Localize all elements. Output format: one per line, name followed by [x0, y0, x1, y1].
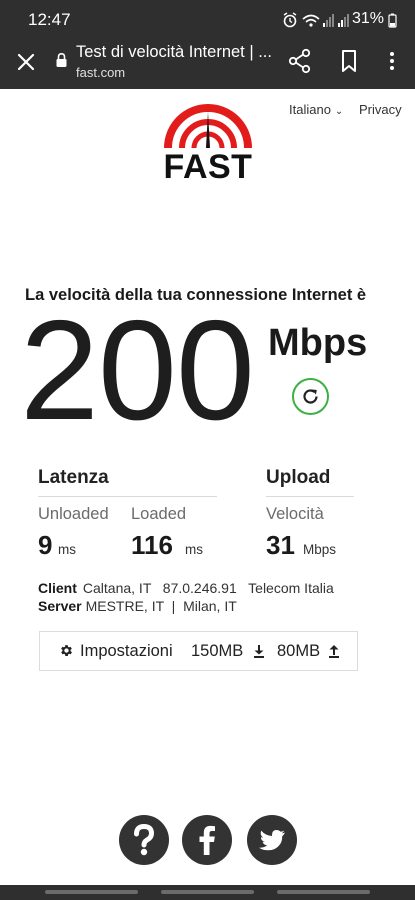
page-title[interactable]: Test di velocità Internet | ... [76, 43, 272, 62]
refresh-icon [303, 389, 318, 404]
upload-size: 80MB [277, 642, 321, 660]
system-nav-bar [0, 885, 415, 900]
client-value: Caltana, IT 87.0.246.91 Telecom Italia [82, 580, 334, 596]
privacy-link[interactable]: Privacy [359, 102, 402, 117]
wifi-icon [302, 14, 320, 27]
unloaded-label: Unloaded [38, 505, 109, 523]
latency-divider [38, 496, 217, 497]
unloaded-value: 9 [38, 530, 53, 560]
speed-value: 200 [20, 291, 255, 450]
download-icon [254, 645, 264, 658]
status-bar: 12:47 31% [0, 0, 415, 38]
speedometer-icon [164, 104, 252, 149]
upload-speed-unit: Mbps [303, 542, 337, 557]
refresh-button[interactable] [292, 378, 329, 415]
loaded-label: Loaded [131, 505, 187, 523]
unloaded-unit: ms [58, 542, 76, 557]
nav-back[interactable] [277, 890, 370, 894]
signal-icon [323, 14, 334, 27]
chevron-down-icon: ⌄ [334, 106, 344, 117]
upload-icon [329, 645, 339, 658]
lock-icon [56, 52, 67, 67]
twitter-button[interactable] [247, 815, 297, 865]
upload-speed-value: 31 [266, 530, 295, 560]
close-icon[interactable] [12, 48, 40, 76]
twitter-icon [259, 830, 285, 851]
battery-percent: 31% [352, 10, 385, 27]
logo-text: FAST [163, 148, 253, 186]
status-time: 12:47 [28, 10, 71, 29]
client-row: Client Caltana, IT 87.0.246.91 Telecom It… [38, 580, 334, 596]
upload-heading: Upload [266, 467, 331, 488]
more-menu-icon[interactable] [380, 47, 404, 75]
share-icon[interactable] [286, 47, 314, 75]
signal-icon-2 [338, 14, 349, 27]
nav-home[interactable] [161, 890, 254, 894]
loaded-unit: ms [185, 542, 203, 557]
browser-toolbar: Test di velocità Internet | ... fast.com [0, 38, 415, 89]
nav-recents[interactable] [45, 890, 138, 894]
settings-label: Impostazioni [80, 642, 173, 660]
question-icon [134, 823, 155, 856]
server-row: Server MESTRE, IT | Milan, IT [38, 598, 237, 614]
battery-icon [388, 13, 397, 28]
language-label: Italiano [289, 102, 331, 117]
server-value: MESTRE, IT | Milan, IT [85, 598, 237, 614]
gear-icon [61, 645, 72, 656]
settings-button[interactable]: Impostazioni 150MB 80MB [39, 631, 358, 671]
facebook-button[interactable] [182, 815, 232, 865]
client-label: Client [38, 580, 77, 596]
page-url[interactable]: fast.com [76, 65, 125, 80]
server-label: Server [38, 598, 82, 614]
fast-logo[interactable]: FAST [160, 100, 256, 186]
download-size: 150MB [191, 642, 244, 660]
upload-speed-label: Velocità [266, 505, 324, 523]
language-select[interactable]: Italiano ⌄ [289, 102, 343, 117]
help-button[interactable] [119, 815, 169, 865]
upload-divider [266, 496, 354, 497]
speed-units: Mbps [268, 322, 368, 364]
latency-heading: Latenza [38, 467, 109, 488]
facebook-icon [199, 825, 215, 855]
loaded-value: 116 [131, 530, 173, 560]
alarm-icon [283, 12, 297, 28]
bookmark-icon[interactable] [335, 47, 363, 75]
